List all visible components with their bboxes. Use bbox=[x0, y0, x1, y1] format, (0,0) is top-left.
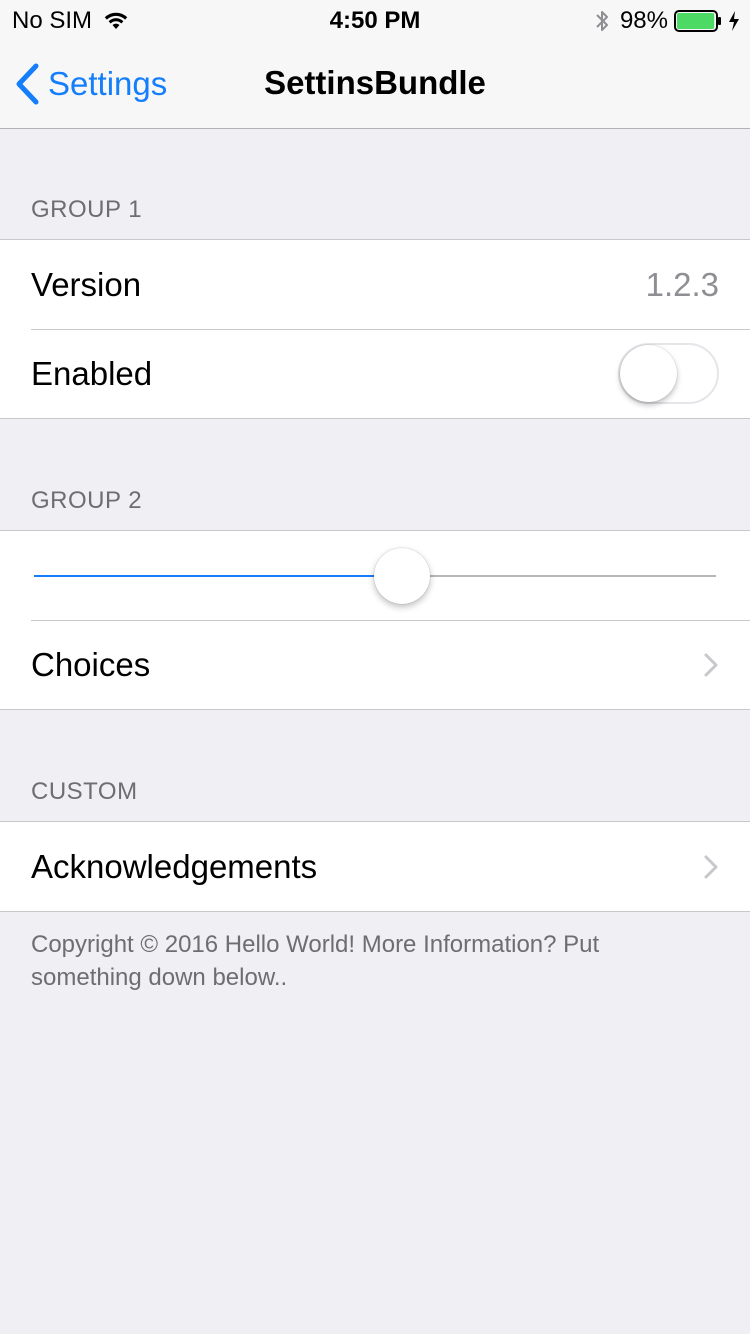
value-slider[interactable] bbox=[34, 546, 716, 606]
version-label: Version bbox=[31, 265, 142, 303]
group-1: Version 1.2.3 Enabled bbox=[0, 239, 750, 419]
enabled-row: Enabled bbox=[0, 329, 750, 418]
custom-group: Acknowledgements bbox=[0, 821, 750, 912]
chevron-right-icon bbox=[703, 652, 719, 678]
choices-row[interactable]: Choices bbox=[0, 620, 750, 709]
toggle-knob bbox=[620, 345, 677, 402]
slider-row bbox=[0, 531, 750, 620]
charging-icon bbox=[728, 10, 740, 32]
footer-text: Copyright © 2016 Hello World! More Infor… bbox=[31, 931, 600, 991]
acknowledgements-row[interactable]: Acknowledgements bbox=[0, 822, 750, 911]
page-title: SettinsBundle bbox=[264, 64, 486, 101]
enabled-toggle[interactable] bbox=[618, 343, 719, 404]
status-right: 98% bbox=[594, 7, 740, 35]
version-row: Version 1.2.3 bbox=[0, 240, 750, 329]
chevron-right-icon bbox=[703, 854, 719, 880]
slider-fill bbox=[34, 574, 403, 577]
section-header-group-2: GROUP 2 bbox=[31, 487, 143, 514]
battery-percent: 98% bbox=[619, 7, 668, 34]
navigation-bar: Settings SettinsBundle bbox=[0, 40, 750, 129]
slider-thumb[interactable] bbox=[374, 547, 431, 604]
version-value: 1.2.3 bbox=[645, 265, 719, 303]
bluetooth-icon bbox=[594, 8, 610, 34]
group-2: Choices bbox=[0, 530, 750, 710]
enabled-label: Enabled bbox=[31, 354, 153, 392]
section-header-custom: CUSTOM bbox=[31, 778, 138, 805]
section-header-group-1: GROUP 1 bbox=[31, 196, 143, 223]
acknowledgements-label: Acknowledgements bbox=[31, 847, 318, 885]
status-bar: No SIM 4:50 PM 98% bbox=[0, 0, 750, 40]
battery-icon bbox=[674, 10, 724, 32]
choices-label: Choices bbox=[31, 645, 151, 683]
